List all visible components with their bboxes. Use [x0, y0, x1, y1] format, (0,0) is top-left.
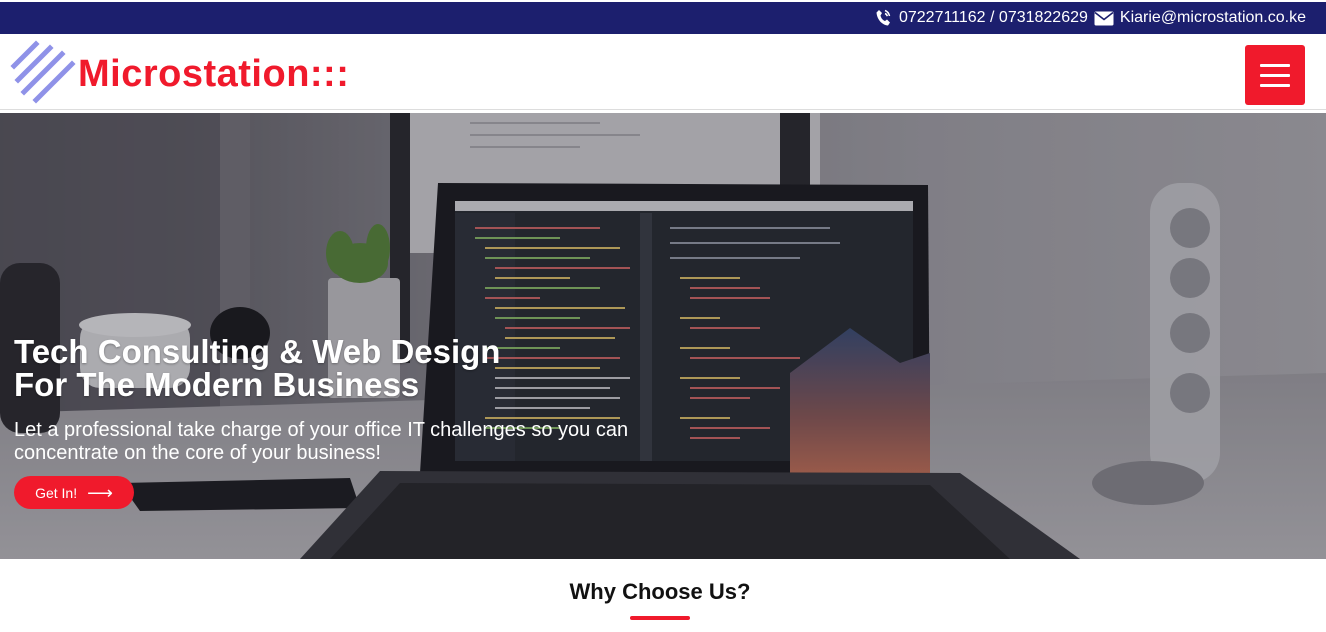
hamburger-menu-icon	[1260, 63, 1290, 67]
long-arrow-right-icon: ⟶	[87, 482, 113, 503]
section-title: Why Choose Us?	[569, 579, 751, 604]
brand-home-link[interactable]: Microstation:::	[10, 40, 349, 108]
hero-title-line-2: For The Modern Business	[14, 366, 420, 403]
get-in-button[interactable]: Get In! ⟶	[14, 476, 134, 509]
hero-banner: Tech Consulting & Web Design For The Mod…	[0, 113, 1326, 559]
diagonal-stripes-logo-icon	[10, 40, 78, 108]
why-choose-us-section: Why Choose Us?	[0, 559, 1326, 632]
page: 0722711162 / 0731822629 Kiarie@microstat…	[0, 0, 1326, 632]
hero-title: Tech Consulting & Web Design For The Mod…	[14, 335, 500, 401]
phone-numbers-link[interactable]: 0722711162 / 0731822629	[899, 9, 1088, 27]
email-link[interactable]: Kiarie@microstation.co.ke	[1120, 9, 1306, 27]
top-contact-bar: 0722711162 / 0731822629 Kiarie@microstat…	[0, 0, 1326, 36]
section-title-underline	[630, 616, 690, 620]
envelope-icon	[1094, 11, 1114, 26]
get-in-button-label: Get In!	[35, 484, 78, 501]
brand-name: Microstation:::	[78, 52, 350, 95]
hero-title-line-1: Tech Consulting & Web Design	[14, 333, 501, 370]
top-contact-bar-inner: 0722711162 / 0731822629 Kiarie@microstat…	[0, 2, 1326, 34]
site-header: Microstation:::	[0, 36, 1326, 110]
hero-subtitle: Let a professional take charge of your o…	[14, 419, 629, 464]
phone-volume-icon	[875, 9, 891, 27]
hamburger-menu-button[interactable]	[1245, 45, 1305, 105]
